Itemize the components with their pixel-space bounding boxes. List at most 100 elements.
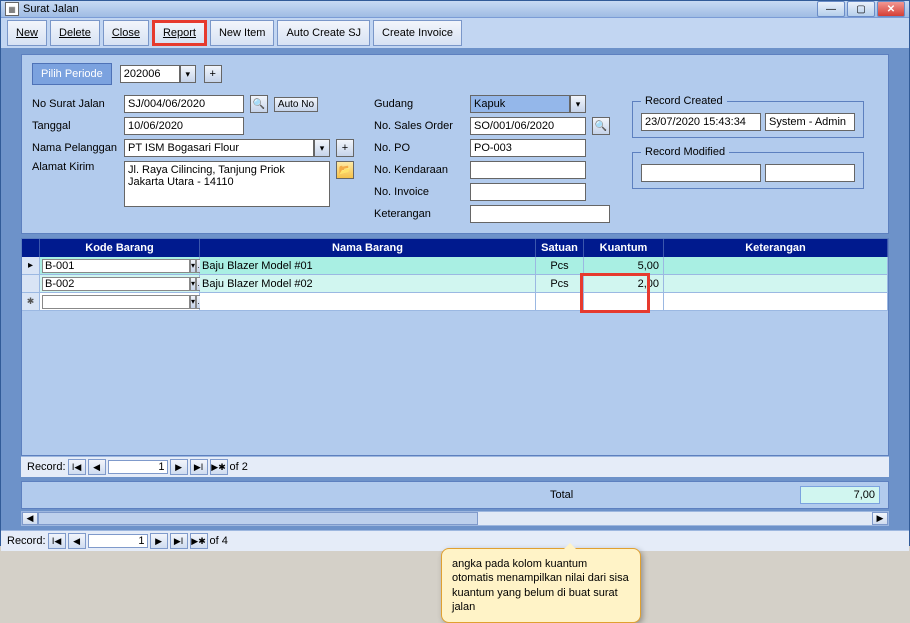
window-title: Surat Jalan (23, 3, 817, 15)
nav-next-button[interactable]: ▶ (150, 533, 168, 549)
form-icon: ▦ (5, 2, 19, 16)
ket-label: Keterangan (374, 208, 464, 220)
no-sj-search-icon[interactable]: 🔍 (250, 95, 268, 113)
alamat-label: Alamat Kirim (32, 161, 118, 173)
auto-no-button[interactable]: Auto No (274, 97, 318, 112)
nav-prev-button[interactable]: ◀ (88, 459, 106, 475)
tanggal-input[interactable] (124, 117, 244, 135)
scroll-thumb[interactable] (38, 512, 478, 525)
row-indicator-icon (22, 275, 40, 292)
grid-record-nav: Record: I◀ ◀ ▶ ▶I ▶✱ of 2 (21, 456, 889, 477)
grid-empty-area (22, 311, 888, 455)
alamat-browse-icon[interactable]: 📂 (336, 161, 354, 179)
no-sj-label: No Surat Jalan (32, 98, 118, 110)
surat-jalan-window: ▦ Surat Jalan — ▢ ✕ New Delete Close Rep… (0, 0, 910, 546)
po-label: No. PO (374, 142, 464, 154)
nav-of: of 4 (210, 535, 228, 547)
nama-input (124, 139, 314, 157)
record-created-group: Record Created (632, 95, 864, 138)
record-modified-group: Record Modified (632, 146, 864, 189)
so-search-icon[interactable]: 🔍 (592, 117, 610, 135)
nav-last-button[interactable]: ▶I (190, 459, 208, 475)
kode-input[interactable] (42, 259, 190, 273)
close-window-button[interactable]: ✕ (877, 1, 905, 17)
scroll-left-icon[interactable]: ◀ (22, 512, 38, 525)
nama-cell[interactable]: Baju Blazer Model #02 (200, 275, 536, 292)
nav-next-button[interactable]: ▶ (170, 459, 188, 475)
delete-button[interactable]: Delete (50, 20, 100, 46)
periode-value (120, 65, 180, 83)
col-ket[interactable]: Keterangan (664, 239, 888, 257)
nav-first-button[interactable]: I◀ (68, 459, 86, 475)
chevron-down-icon[interactable]: ▾ (180, 65, 196, 83)
no-sj-input[interactable] (124, 95, 244, 113)
tanggal-label: Tanggal (32, 120, 118, 132)
chevron-down-icon[interactable]: ▾ (570, 95, 586, 113)
table-row[interactable]: ▾… Baju Blazer Model #01 Pcs 5,00 (22, 257, 888, 275)
chevron-down-icon[interactable]: ▾ (314, 139, 330, 157)
total-value: 7,00 (800, 486, 880, 504)
gudang-combo[interactable]: ▾ (470, 95, 586, 113)
col-satuan[interactable]: Satuan (536, 239, 584, 257)
total-label: Total (550, 489, 573, 501)
record-modified-legend: Record Modified (641, 146, 729, 158)
items-grid[interactable]: Kode Barang Nama Barang Satuan Kuantum K… (21, 238, 889, 456)
so-input[interactable] (470, 117, 586, 135)
periode-combo[interactable]: ▾ (120, 65, 196, 83)
periode-add-button[interactable]: + (204, 65, 222, 83)
kode-input[interactable] (42, 277, 190, 291)
kendaraan-input[interactable] (470, 161, 586, 179)
scroll-right-icon[interactable]: ▶ (872, 512, 888, 525)
nav-label: Record: (7, 535, 46, 547)
form-area: Pilih Periode ▾ + No Surat Jalan 🔍 Auto … (21, 54, 889, 234)
table-row[interactable]: ▾… Baju Blazer Model #02 Pcs 2,00 (22, 275, 888, 293)
inv-label: No. Invoice (374, 186, 464, 198)
nav-of: of 2 (230, 461, 248, 473)
alamat-input[interactable]: Jl. Raya Cilincing, Tanjung Priok Jakart… (124, 161, 330, 207)
nama-cell[interactable]: Baju Blazer Model #01 (200, 257, 536, 274)
horizontal-scrollbar[interactable]: ◀ ▶ (21, 511, 889, 526)
nav-label: Record: (27, 461, 66, 473)
kuantum-cell[interactable]: 2,00 (584, 275, 664, 292)
kode-input[interactable] (42, 295, 190, 309)
nav-prev-button[interactable]: ◀ (68, 533, 86, 549)
satuan-cell[interactable]: Pcs (536, 275, 584, 292)
kuantum-cell[interactable]: 5,00 (584, 257, 664, 274)
col-nama[interactable]: Nama Barang (200, 239, 536, 257)
new-item-button[interactable]: New Item (210, 20, 274, 46)
close-button[interactable]: Close (103, 20, 149, 46)
po-input[interactable] (470, 139, 586, 157)
nama-label: Nama Pelanggan (32, 142, 118, 154)
inv-input[interactable] (470, 183, 586, 201)
nav-position[interactable] (108, 460, 168, 474)
periode-label: Pilih Periode (32, 63, 112, 85)
nav-new-button[interactable]: ▶✱ (190, 533, 208, 549)
created-datetime (641, 113, 761, 131)
auto-create-sj-button[interactable]: Auto Create SJ (277, 20, 370, 46)
ket-cell[interactable] (664, 257, 888, 274)
gudang-input (470, 95, 570, 113)
report-button[interactable]: Report (152, 20, 207, 46)
ket-input[interactable] (470, 205, 610, 223)
total-row: Total 7,00 (21, 481, 889, 509)
ket-cell[interactable] (664, 275, 888, 292)
nav-new-button[interactable]: ▶✱ (210, 459, 228, 475)
titlebar: ▦ Surat Jalan — ▢ ✕ (1, 1, 909, 18)
toolbar: New Delete Close Report New Item Auto Cr… (1, 18, 909, 48)
nav-last-button[interactable]: ▶I (170, 533, 188, 549)
nama-combo[interactable]: ▾ (124, 139, 330, 157)
satuan-cell[interactable]: Pcs (536, 257, 584, 274)
col-kuantum[interactable]: Kuantum (584, 239, 664, 257)
nav-first-button[interactable]: I◀ (48, 533, 66, 549)
record-created-legend: Record Created (641, 95, 727, 107)
so-label: No. Sales Order (374, 120, 464, 132)
created-by (765, 113, 855, 131)
maximize-button[interactable]: ▢ (847, 1, 875, 17)
table-row-new[interactable]: ▾… (22, 293, 888, 311)
minimize-button[interactable]: — (817, 1, 845, 17)
new-button[interactable]: New (7, 20, 47, 46)
nama-add-button[interactable]: + (336, 139, 354, 157)
new-row-icon (22, 293, 40, 310)
create-invoice-button[interactable]: Create Invoice (373, 20, 462, 46)
col-kode[interactable]: Kode Barang (40, 239, 200, 257)
